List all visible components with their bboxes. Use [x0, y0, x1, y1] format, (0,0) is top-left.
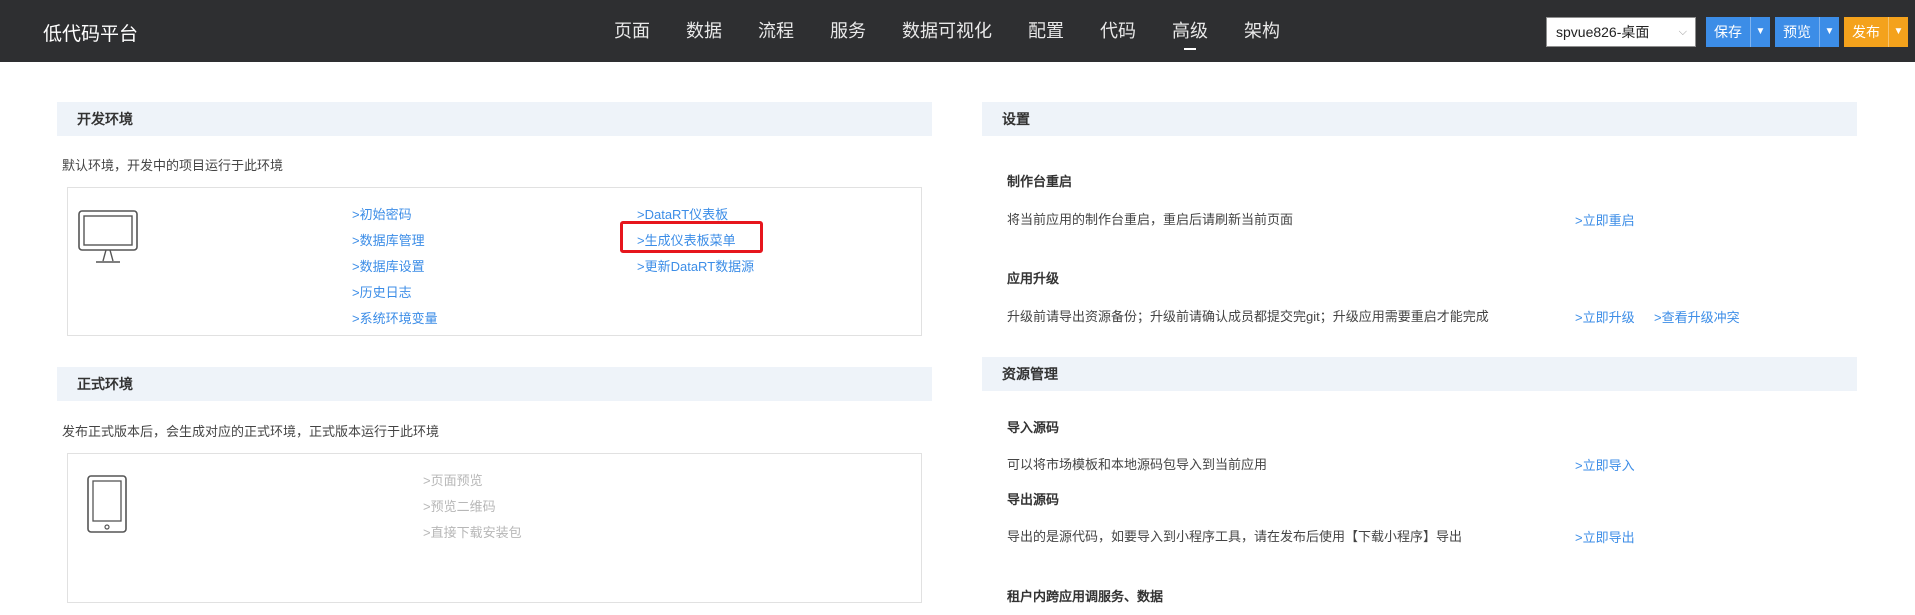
link-import-now[interactable]: >立即导入	[1575, 455, 1635, 474]
import-desc: 可以将市场模板和本地源码包导入到当前应用	[1007, 457, 1268, 472]
link-database-settings[interactable]: >数据库设置	[352, 256, 425, 275]
nav-item-code[interactable]: 代码	[1082, 0, 1154, 62]
link-initial-password[interactable]: >初始密码	[352, 204, 412, 223]
nav-item-service[interactable]: 服务	[812, 0, 884, 62]
link-download-package: >直接下载安装包	[423, 525, 522, 540]
top-bar: 低代码平台 页面 数据 流程 服务 数据可视化 配置 代码 高级 架构 spvu…	[0, 0, 1915, 62]
preview-dropdown-caret-icon[interactable]: ▼	[1819, 17, 1839, 47]
chevron-down-icon: ⌵	[1678, 26, 1687, 38]
link-export-now[interactable]: >立即导出	[1575, 527, 1635, 546]
settings-header: 设置	[982, 102, 1857, 136]
link-database-management[interactable]: >数据库管理	[352, 230, 425, 249]
link-restart-now[interactable]: >立即重启	[1575, 210, 1635, 229]
tablet-icon	[87, 475, 127, 533]
restart-title: 制作台重启	[1007, 174, 1073, 189]
prod-env-header: 正式环境	[57, 367, 932, 401]
dev-env-desc: 默认环境，开发中的项目运行于此环境	[62, 158, 284, 173]
nav-item-data-visualization[interactable]: 数据可视化	[884, 0, 1010, 62]
dev-env-box	[67, 187, 922, 336]
nav-item-data[interactable]: 数据	[668, 0, 740, 62]
restart-desc: 将当前应用的制作台重启，重启后请刷新当前页面	[1007, 212, 1294, 227]
save-button[interactable]: 保存	[1706, 17, 1750, 47]
publish-button[interactable]: 发布	[1844, 17, 1888, 47]
nav-item-config[interactable]: 配置	[1010, 0, 1082, 62]
link-page-preview: >页面预览	[423, 473, 483, 488]
link-view-upgrade-conflicts[interactable]: >查看升级冲突	[1654, 307, 1740, 326]
resources-header: 资源管理	[982, 357, 1857, 391]
tenant-services-title: 租户内跨应用调服务、数据	[1007, 589, 1164, 604]
link-preview-qrcode: >预览二维码	[423, 499, 496, 514]
project-select[interactable]: spvue826-桌面 ⌵	[1546, 17, 1696, 47]
upgrade-desc: 升级前请导出资源备份；升级前请确认成员都提交完git；升级应用需要重启才能完成	[1007, 309, 1489, 324]
prod-env-desc: 发布正式版本后，会生成对应的正式环境，正式版本运行于此环境	[62, 424, 440, 439]
link-update-datart-source[interactable]: >更新DataRT数据源	[637, 256, 754, 275]
app-brand: 低代码平台	[43, 24, 139, 45]
dev-env-header: 开发环境	[57, 102, 932, 136]
import-title: 导入源码	[1007, 420, 1060, 435]
export-desc: 导出的是源代码，如要导入到小程序工具，请在发布后使用【下载小程序】导出	[1007, 529, 1463, 544]
export-title: 导出源码	[1007, 492, 1060, 507]
publish-dropdown-caret-icon[interactable]: ▼	[1888, 17, 1908, 47]
preview-button-group: 预览 ▼	[1775, 17, 1839, 47]
upgrade-title: 应用升级	[1007, 271, 1060, 286]
nav-item-architecture[interactable]: 架构	[1226, 0, 1298, 62]
main-nav: 页面 数据 流程 服务 数据可视化 配置 代码 高级 架构	[596, 0, 1298, 62]
highlight-box	[620, 221, 763, 253]
preview-button[interactable]: 预览	[1775, 17, 1819, 47]
nav-item-advanced[interactable]: 高级	[1154, 0, 1226, 62]
nav-item-page[interactable]: 页面	[596, 0, 668, 62]
link-upgrade-now[interactable]: >立即升级	[1575, 307, 1635, 326]
project-select-value: spvue826-桌面	[1556, 24, 1650, 40]
monitor-icon	[78, 210, 138, 263]
nav-item-flow[interactable]: 流程	[740, 0, 812, 62]
publish-button-group: 发布 ▼	[1844, 17, 1908, 47]
link-history-log[interactable]: >历史日志	[352, 282, 412, 301]
save-button-group: 保存 ▼	[1706, 17, 1770, 47]
link-system-env-vars[interactable]: >系统环境变量	[352, 308, 438, 327]
save-dropdown-caret-icon[interactable]: ▼	[1750, 17, 1770, 47]
